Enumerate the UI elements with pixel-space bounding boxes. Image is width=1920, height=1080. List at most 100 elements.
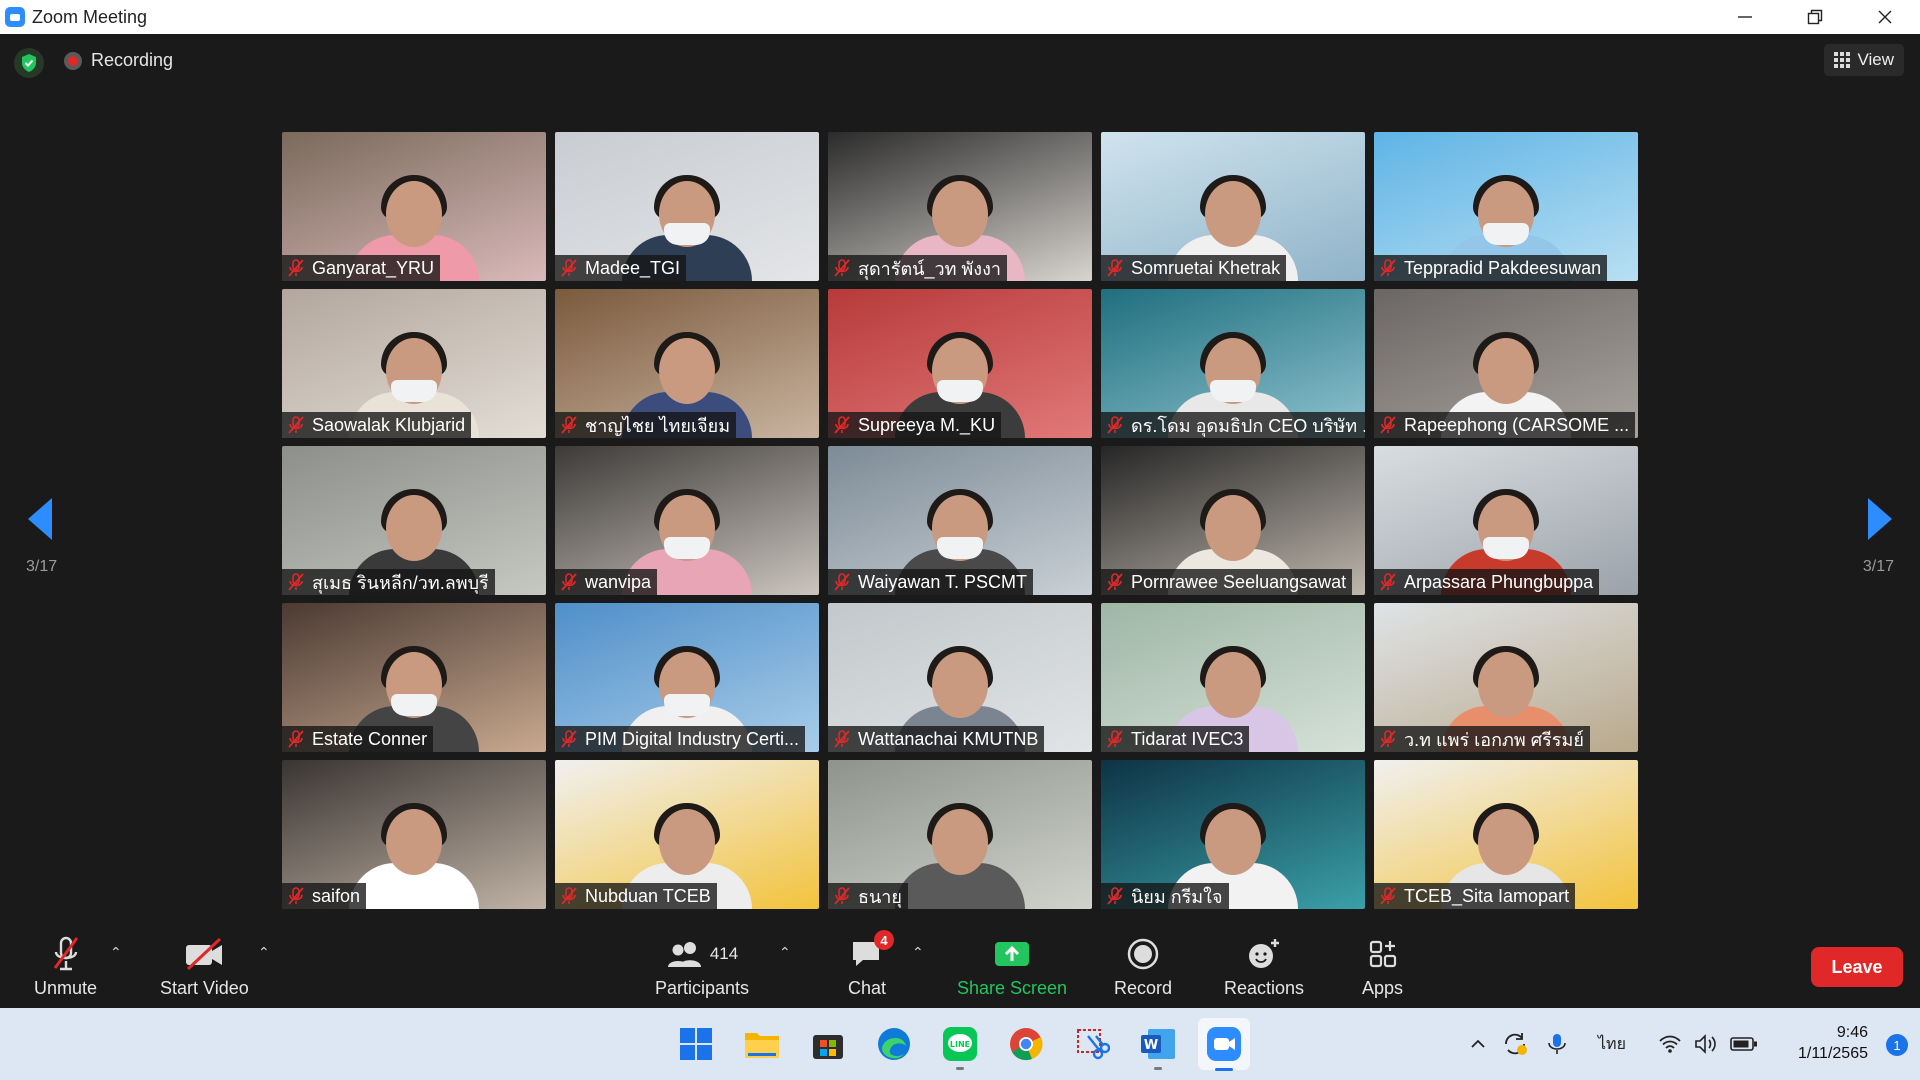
meeting-toolbar: Unmute ⌃ Start Video ⌃ 414 Participants … (0, 926, 1920, 1008)
participant-name: Wattanachai KMUTNB (858, 728, 1039, 749)
recording-dot-icon (64, 51, 82, 70)
close-button[interactable] (1850, 0, 1920, 34)
participant-video-tile[interactable]: Somruetai Khetrak (1101, 132, 1365, 281)
minimize-button[interactable] (1710, 0, 1780, 34)
participant-video-tile[interactable]: PIM Digital Industry Certi... (555, 603, 819, 752)
video-options-caret-icon[interactable]: ⌃ (258, 944, 270, 961)
chat-button[interactable]: 4 Chat (848, 930, 895, 999)
muted-microphone-icon (1380, 259, 1396, 277)
participant-video-tile[interactable]: Pornrawee Seeluangsawat (1101, 446, 1365, 595)
restore-button[interactable] (1780, 0, 1850, 34)
muted-microphone-icon (1107, 573, 1123, 591)
file-explorer-icon[interactable] (742, 1024, 782, 1064)
participant-video-tile[interactable]: Waiyawan T. PSCMT (828, 446, 1092, 595)
clock-date: 1/11/2565 (1798, 1045, 1868, 1062)
participant-video-tile[interactable]: saifon (282, 760, 546, 909)
participant-video-tile[interactable]: Rapeephong (CARSOME ... (1374, 289, 1638, 438)
recording-indicator[interactable]: Recording (64, 50, 173, 71)
participant-name: Madee_TGI (585, 257, 681, 278)
muted-microphone-icon (834, 573, 850, 591)
participant-name: ว.ท แพร่ เอกภพ ศรีรมย์ (1404, 729, 1584, 750)
page-indicator-left: 3/17 (26, 558, 58, 575)
participant-video-tile[interactable]: ว.ท แพร่ เอกภพ ศรีรมย์ (1374, 603, 1638, 752)
participants-button[interactable]: 414 Participants (655, 934, 749, 999)
participant-name: Saowalak Klubjarid (312, 414, 466, 435)
participant-video-tile[interactable]: Arpassara Phungbuppa (1374, 446, 1638, 595)
leave-button[interactable]: Leave (1811, 947, 1903, 987)
zoom-taskbar-icon[interactable] (1198, 1018, 1250, 1071)
chrome-browser-icon[interactable] (1006, 1024, 1046, 1064)
participant-video-tile[interactable]: สุเมธ รินหลีก/วท.ลพบุรี (282, 446, 546, 595)
participant-video-tile[interactable]: Saowalak Klubjarid (282, 289, 546, 438)
participant-video-tile[interactable]: Ganyarat_YRU (282, 132, 546, 281)
unmute-button[interactable]: Unmute (34, 934, 97, 999)
participant-name: ธนายุ (858, 886, 902, 907)
muted-microphone-icon (561, 259, 577, 277)
edge-browser-icon[interactable] (874, 1024, 914, 1064)
muted-microphone-icon (1107, 730, 1123, 748)
participant-video-tile[interactable]: ดร.โดม อุดมธิปก CEO บริษัท ... (1101, 289, 1365, 438)
participant-name-tag: สุดารัตน์_วท พังงา (828, 255, 1007, 281)
start-video-label: Start Video (160, 978, 249, 998)
start-video-button[interactable]: Start Video (160, 934, 249, 999)
volume-icon[interactable] (1694, 1008, 1718, 1080)
input-language-indicator[interactable]: ไทย (1598, 1008, 1626, 1080)
participant-video-tile[interactable]: Supreeya M._KU (828, 289, 1092, 438)
microsoft-store-icon[interactable] (808, 1024, 848, 1064)
muted-microphone-icon (561, 416, 577, 434)
participant-video-tile[interactable]: TCEB_Sita Iamopart (1374, 760, 1638, 909)
muted-microphone-icon (561, 730, 577, 748)
notification-badge[interactable]: 1 (1886, 1034, 1908, 1056)
participant-name: Waiyawan T. PSCMT (858, 571, 1028, 592)
share-screen-button[interactable]: Share Screen (957, 934, 1067, 999)
battery-icon[interactable] (1730, 1008, 1758, 1080)
title-bar: Zoom Meeting (0, 0, 1920, 34)
system-clock[interactable]: 9:46 1/11/2565 (1798, 1022, 1868, 1064)
microsoft-word-icon[interactable]: W (1138, 1024, 1178, 1070)
participant-video-tile[interactable]: Estate Conner (282, 603, 546, 752)
windows-taskbar: LINE W ไทย 9:46 1/11/2565 1 (0, 1008, 1920, 1080)
participant-video-tile[interactable]: ชาญไชย ไทยเจียม (555, 289, 819, 438)
participant-video-tile[interactable]: นิยม กรีมใจ (1101, 760, 1365, 909)
participant-name-tag: Wattanachai KMUTNB (828, 726, 1045, 752)
muted-microphone-icon (53, 936, 78, 971)
svg-text:LINE: LINE (950, 1040, 970, 1049)
participant-video-tile[interactable]: Tidarat IVEC3 (1101, 603, 1365, 752)
participant-name: Tidarat IVEC3 (1131, 728, 1244, 749)
share-screen-icon (995, 942, 1030, 966)
participant-name: Rapeephong (CARSOME ... (1404, 414, 1630, 435)
page-indicator-right: 3/17 (1862, 558, 1894, 575)
wifi-icon[interactable] (1658, 1008, 1682, 1080)
video-grid: Ganyarat_YRU Madee_TGI สุดารัตน์_วท พังงา S… (282, 132, 1638, 910)
participant-name: สุเมธ รินหลีก/วท.ลพบุรี (312, 572, 489, 593)
participant-video-tile[interactable]: Nubduan TCEB (555, 760, 819, 909)
show-hidden-icons-caret-icon[interactable] (1468, 1008, 1488, 1080)
snipping-tool-icon[interactable] (1072, 1024, 1112, 1064)
participant-video-tile[interactable]: สุดารัตน์_วท พังงา (828, 132, 1092, 281)
audio-options-caret-icon[interactable]: ⌃ (110, 944, 122, 961)
record-button[interactable]: Record (1114, 934, 1172, 999)
security-shield-icon[interactable] (14, 48, 44, 78)
participant-video-tile[interactable]: ธนายุ (828, 760, 1092, 909)
participant-video-tile[interactable]: wanvipa (555, 446, 819, 595)
next-page-arrow-icon[interactable] (1866, 496, 1894, 542)
windows-start-icon[interactable] (676, 1024, 716, 1064)
apps-button[interactable]: Apps (1362, 934, 1403, 999)
reactions-button[interactable]: Reactions (1224, 934, 1304, 999)
view-label: View (1857, 50, 1894, 69)
participants-options-caret-icon[interactable]: ⌃ (779, 944, 791, 961)
muted-microphone-icon (834, 416, 850, 434)
microphone-in-use-icon[interactable] (1546, 1008, 1568, 1080)
participant-video-tile[interactable]: Madee_TGI (555, 132, 819, 281)
sync-status-icon[interactable] (1502, 1008, 1528, 1080)
line-app-icon[interactable]: LINE (940, 1024, 980, 1070)
record-icon (1127, 938, 1159, 970)
participant-video-tile[interactable]: Wattanachai KMUTNB (828, 603, 1092, 752)
chat-options-caret-icon[interactable]: ⌃ (912, 944, 924, 961)
participant-video-tile[interactable]: Teppradid Pakdeesuwan (1374, 132, 1638, 281)
close-icon (1878, 10, 1892, 24)
participant-name-tag: Nubduan TCEB (555, 883, 717, 909)
muted-microphone-icon (834, 259, 850, 277)
view-button[interactable]: View (1824, 44, 1904, 76)
previous-page-arrow-icon[interactable] (26, 496, 54, 542)
